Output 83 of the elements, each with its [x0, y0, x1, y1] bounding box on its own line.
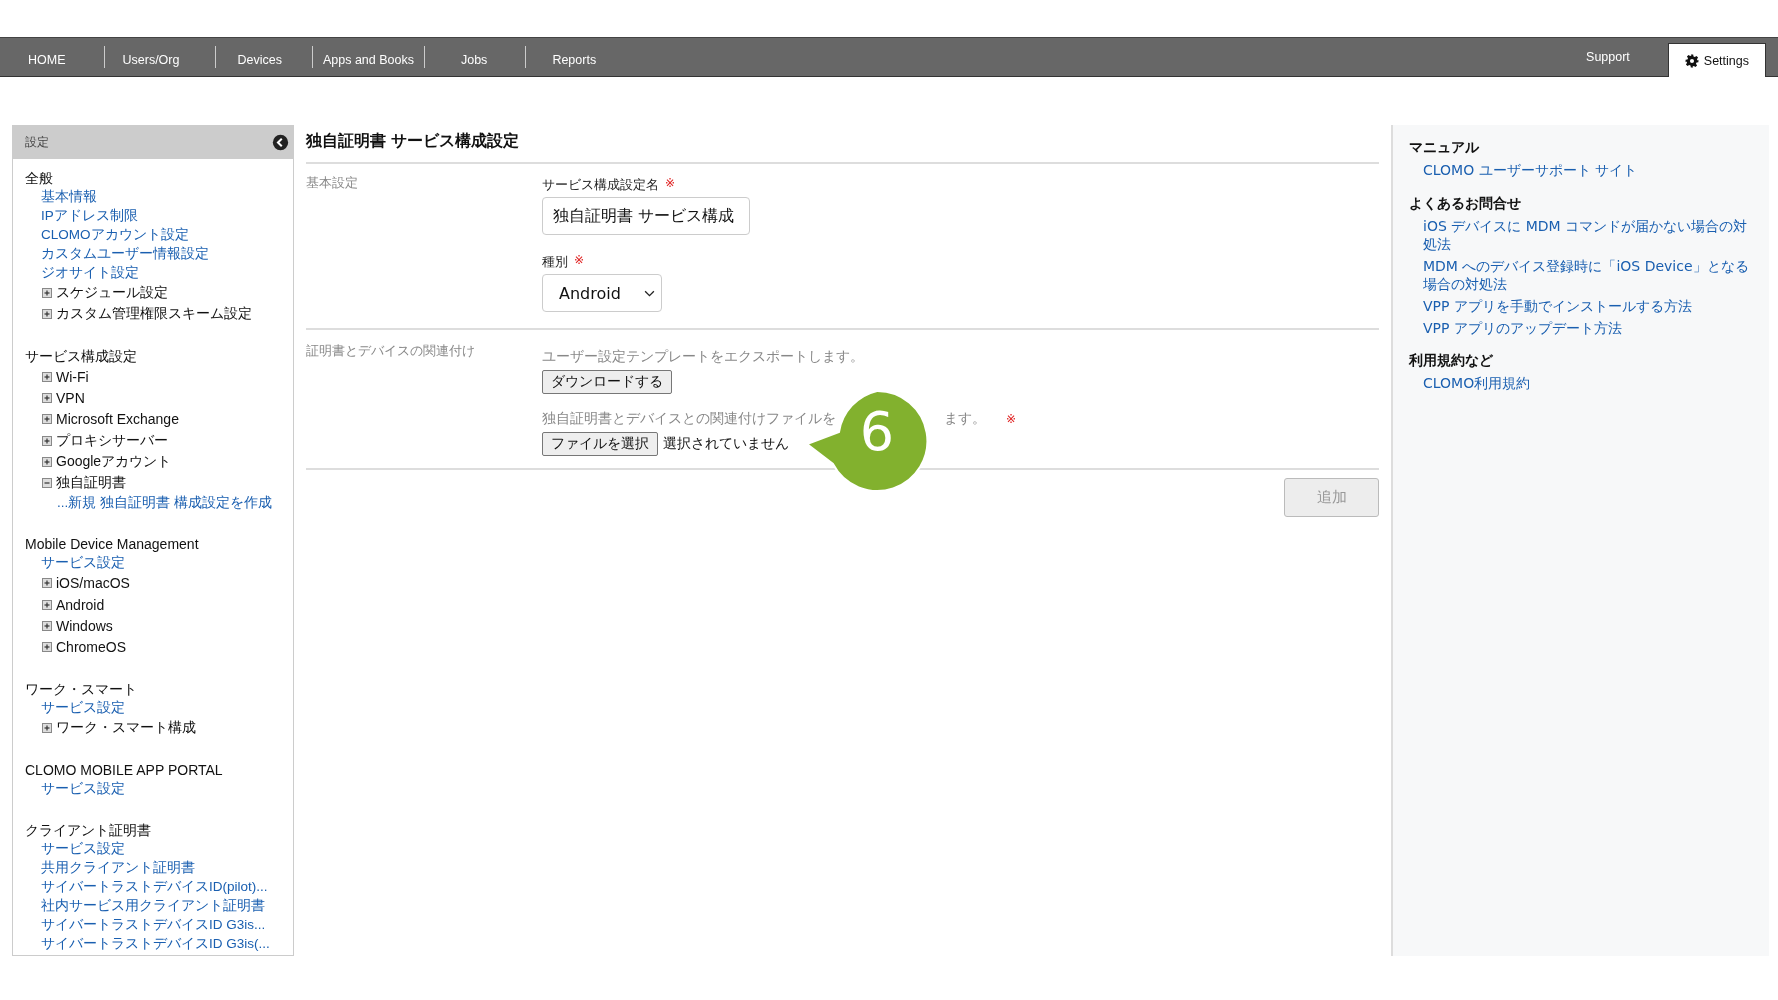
section-label: 証明書とデバイスの関連付け: [306, 342, 476, 360]
sidebar-link[interactable]: 社内サービス用クライアント証明書: [41, 896, 281, 916]
sidebar-link[interactable]: サイバートラストデバイスID G3is...: [41, 915, 281, 935]
expand-icon[interactable]: [42, 435, 52, 446]
help-link[interactable]: MDM へのデバイス登録時に「iOS Device」となる場合の対処法: [1409, 256, 1753, 294]
expand-icon[interactable]: [42, 456, 52, 467]
sidebar-link[interactable]: カスタムユーザー情報設定: [41, 244, 281, 264]
help-link[interactable]: CLOMO ユーザーサポート サイト: [1409, 161, 1753, 180]
sidebar-section-title: ワーク・スマート: [25, 679, 138, 699]
help-text: ます。: [944, 410, 986, 428]
nav-tab[interactable]: Support: [1578, 33, 1638, 76]
tree-item[interactable]: カスタム管理権限スキーム設定: [56, 305, 252, 324]
field-label: 種別 ※: [542, 253, 585, 271]
name-input-field[interactable]: 独自証明書 サービス構成: [542, 197, 750, 235]
nav-tab[interactable]: Reports: [544, 47, 605, 67]
expand-icon[interactable]: [42, 642, 52, 653]
expand-icon[interactable]: [42, 288, 52, 299]
sidebar-link[interactable]: サービス設定: [41, 698, 281, 718]
tree-item[interactable]: 独自証明書: [56, 474, 126, 493]
tree-item[interactable]: Microsoft Exchange: [56, 411, 179, 428]
download-button[interactable]: ダウンロードする: [542, 370, 672, 394]
nav-tab[interactable]: Apps and Books: [314, 47, 422, 67]
file-status-text: 選択されていません: [663, 435, 789, 453]
help-section-title: 利用規約など: [1409, 352, 1494, 371]
required-mark: ※: [665, 176, 676, 192]
sidebar-link[interactable]: IPアドレス制限: [41, 206, 281, 226]
expand-icon[interactable]: [42, 371, 52, 382]
sidebar-link[interactable]: ...新規 独自証明書 構成設定を作成: [57, 493, 281, 513]
section-label: 基本設定: [306, 174, 359, 192]
choose-file-button[interactable]: ファイルを選択: [542, 432, 658, 456]
sidebar-link[interactable]: サービス設定: [41, 840, 281, 859]
tree-item[interactable]: プロキシサーバー: [56, 431, 168, 450]
nav-tab[interactable]: HOME: [20, 47, 74, 67]
field-label: サービス構成設定名 ※: [542, 176, 676, 194]
nav-tab[interactable]: Settings: [1667, 43, 1766, 77]
sidebar-section-title: CLOMO MOBILE APP PORTAL: [25, 761, 224, 781]
sidebar-link[interactable]: サイバートラストデバイスID(pilot)...: [41, 877, 281, 897]
sidebar-link[interactable]: ジオサイト設定: [41, 263, 281, 283]
sidebar-title: 設定: [25, 133, 49, 151]
expand-icon[interactable]: [42, 620, 52, 631]
tree-item[interactable]: スケジュール設定: [56, 284, 168, 303]
nav-tab[interactable]: Devices: [229, 47, 290, 67]
required-mark: ※: [1006, 412, 1017, 426]
help-link[interactable]: iOS デバイスに MDM コマンドが届かない場合の対処法: [1409, 216, 1753, 254]
tree-item[interactable]: iOS/macOS: [56, 575, 130, 592]
sidebar-link[interactable]: CLOMOアカウント設定: [41, 225, 281, 245]
expand-icon[interactable]: [42, 599, 52, 610]
tree-item[interactable]: Android: [56, 596, 105, 613]
tree-item[interactable]: ChromeOS: [56, 639, 127, 656]
help-section-title: よくあるお問合せ: [1409, 194, 1522, 213]
sidebar-section-title: 全般: [25, 169, 54, 188]
tree-item[interactable]: Wi-Fi: [56, 368, 89, 385]
expand-icon[interactable]: [42, 578, 52, 589]
tree-item[interactable]: Windows: [56, 617, 113, 634]
type-dropdown[interactable]: Android: [542, 274, 662, 312]
help-text: 独自証明書とデバイスとの関連付けファイルを: [542, 410, 836, 428]
sidebar-section-title: クライアント証明書: [25, 821, 152, 840]
expand-icon[interactable]: [42, 393, 52, 404]
chevron-down-icon: [644, 289, 655, 297]
sidebar-link[interactable]: 共用クライアント証明書: [41, 858, 281, 878]
tree-item[interactable]: VPN: [56, 390, 85, 407]
sidebar-link[interactable]: サービス設定: [41, 553, 281, 573]
collapse-sidebar-icon[interactable]: [272, 133, 289, 151]
sidebar-link[interactable]: サービス設定: [41, 780, 281, 799]
help-section-title: マニュアル: [1409, 139, 1480, 157]
help-link[interactable]: VPP アプリを手動でインストールする方法: [1409, 296, 1753, 316]
tree-item[interactable]: Googleアカウント: [56, 452, 172, 471]
expand-icon[interactable]: [42, 723, 52, 734]
help-link[interactable]: VPP アプリのアップデート方法: [1409, 318, 1753, 338]
sidebar-section-title: サービス構成設定: [25, 347, 138, 367]
help-text: ユーザー設定テンプレートをエクスポートします。: [542, 348, 864, 366]
nav-tab[interactable]: Jobs: [452, 47, 496, 67]
sidebar-link[interactable]: 基本情報: [41, 188, 281, 207]
sidebar-link[interactable]: サイバートラストデバイスID G3is(...: [41, 934, 281, 954]
required-mark: ※: [574, 253, 585, 269]
page-title: 独自証明書 サービス構成設定: [306, 131, 1379, 164]
sidebar-section-title: Mobile Device Management: [25, 534, 200, 554]
tree-item[interactable]: ワーク・スマート構成: [56, 719, 196, 738]
collapse-icon[interactable]: [42, 478, 52, 489]
nav-tab[interactable]: Users/Org: [114, 47, 188, 67]
help-link[interactable]: CLOMO利用規約: [1409, 374, 1753, 393]
expand-icon[interactable]: [42, 309, 52, 320]
expand-icon[interactable]: [42, 414, 52, 425]
